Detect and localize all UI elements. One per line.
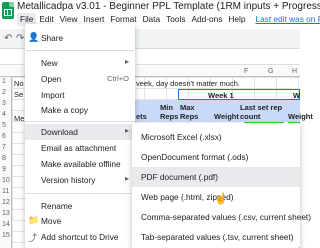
- menu-item-make-copy[interactable]: Make a copy: [25, 102, 135, 118]
- menu-item-import[interactable]: Import: [25, 87, 135, 103]
- cell-text[interactable]: Me: [14, 114, 24, 123]
- row-number[interactable]: 2: [2, 89, 6, 96]
- drive-shortcut-icon: ⤴: [28, 233, 38, 243]
- row-number[interactable]: 7: [2, 144, 6, 151]
- selected-range[interactable]: [178, 89, 300, 100]
- row-number[interactable]: 14: [2, 221, 10, 228]
- menu-item-open[interactable]: Open Ctrl+O: [25, 71, 135, 87]
- menu-item-download[interactable]: Download ▸: [25, 124, 135, 140]
- cell-text[interactable]: No: [14, 79, 24, 88]
- menu-item-add-shortcut[interactable]: ⤴ Add shortcut to Drive: [25, 229, 135, 245]
- menu-data[interactable]: Data: [140, 13, 164, 26]
- menu-divider: [25, 193, 135, 194]
- menu-divider: [25, 50, 135, 51]
- menu-addons[interactable]: Add-ons: [188, 13, 225, 26]
- chevron-right-icon: ▸: [124, 126, 129, 135]
- menu-item-rename[interactable]: Rename: [25, 198, 135, 214]
- row-number[interactable]: 4: [2, 111, 6, 118]
- row-number[interactable]: 12: [2, 199, 10, 206]
- download-csv[interactable]: Comma-separated values (.csv, current sh…: [132, 207, 311, 227]
- download-pdf[interactable]: PDF document (.pdf): [132, 167, 300, 187]
- chevron-right-icon: ▸: [124, 174, 129, 183]
- column-header-g[interactable]: G: [268, 68, 273, 75]
- menu-item-email-attachment[interactable]: Email as attachment: [25, 140, 135, 156]
- row-number[interactable]: 8: [2, 155, 6, 162]
- menu-item-new[interactable]: New ▸: [25, 55, 135, 71]
- document-title[interactable]: Metallicadpa v3.01 - Beginner PPL Templa…: [17, 1, 320, 12]
- download-xlsx[interactable]: Microsoft Excel (.xlsx): [132, 127, 300, 147]
- row-number[interactable]: 5: [2, 122, 6, 129]
- download-ods[interactable]: OpenDocument format (.ods): [132, 147, 300, 167]
- column-header-h[interactable]: H: [292, 68, 297, 75]
- header-min-reps[interactable]: Min Reps: [160, 103, 178, 121]
- menu-help[interactable]: Help: [225, 13, 248, 26]
- menu-item-share[interactable]: 👤 Share: [25, 30, 135, 46]
- redo-icon[interactable]: ↷: [16, 33, 24, 44]
- header-max-reps[interactable]: Max Reps: [180, 103, 198, 121]
- hand-cursor-icon: ☝: [214, 193, 228, 205]
- menu-divider: [25, 121, 135, 122]
- google-sheets-icon[interactable]: [2, 2, 14, 19]
- cell-text[interactable]: veek, day doesn't matter much.: [136, 79, 240, 88]
- week-label[interactable]: W: [293, 91, 300, 100]
- chevron-right-icon: ▸: [124, 57, 129, 66]
- row-number[interactable]: 3: [2, 100, 6, 107]
- row-headers: 1 2 3 4 5 6 7 8 9 10 11 12 13 14 15: [0, 77, 12, 248]
- download-submenu: Microsoft Excel (.xlsx) OpenDocument for…: [132, 123, 311, 248]
- row-number[interactable]: 13: [2, 210, 10, 217]
- header-weight[interactable]: Weight: [288, 112, 313, 121]
- row-number[interactable]: 11: [2, 188, 9, 195]
- menu-tools[interactable]: Tools: [163, 13, 188, 26]
- cell-text[interactable]: Se: [14, 90, 23, 99]
- row-number[interactable]: 6: [2, 133, 6, 140]
- share-icon: 👤: [28, 32, 40, 42]
- column-header-f[interactable]: F: [244, 68, 248, 75]
- folder-move-icon: 📁: [28, 215, 40, 225]
- download-tsv[interactable]: Tab-separated values (.tsv, current shee…: [132, 227, 300, 247]
- menu-item-version-history[interactable]: Version history ▸: [25, 172, 135, 188]
- header-last-set[interactable]: Last set rep count: [240, 103, 288, 121]
- header-weight[interactable]: Weight: [214, 112, 239, 121]
- menu-item-offline[interactable]: Make available offline: [25, 156, 135, 172]
- file-menu: 👤 Share New ▸ Open Ctrl+O Import Make a …: [25, 24, 135, 248]
- row-number[interactable]: 9: [2, 166, 6, 173]
- header-sets[interactable]: ets: [136, 112, 147, 121]
- row-number[interactable]: 1: [2, 78, 6, 85]
- menu-item-move[interactable]: 📁 Move: [25, 213, 135, 229]
- row-number[interactable]: 10: [2, 177, 10, 184]
- row-number[interactable]: 15: [2, 232, 10, 239]
- undo-icon[interactable]: ↶: [4, 33, 12, 44]
- last-edit-link[interactable]: Last edit was on Fe: [252, 13, 320, 26]
- week-label[interactable]: Week 1: [208, 91, 234, 100]
